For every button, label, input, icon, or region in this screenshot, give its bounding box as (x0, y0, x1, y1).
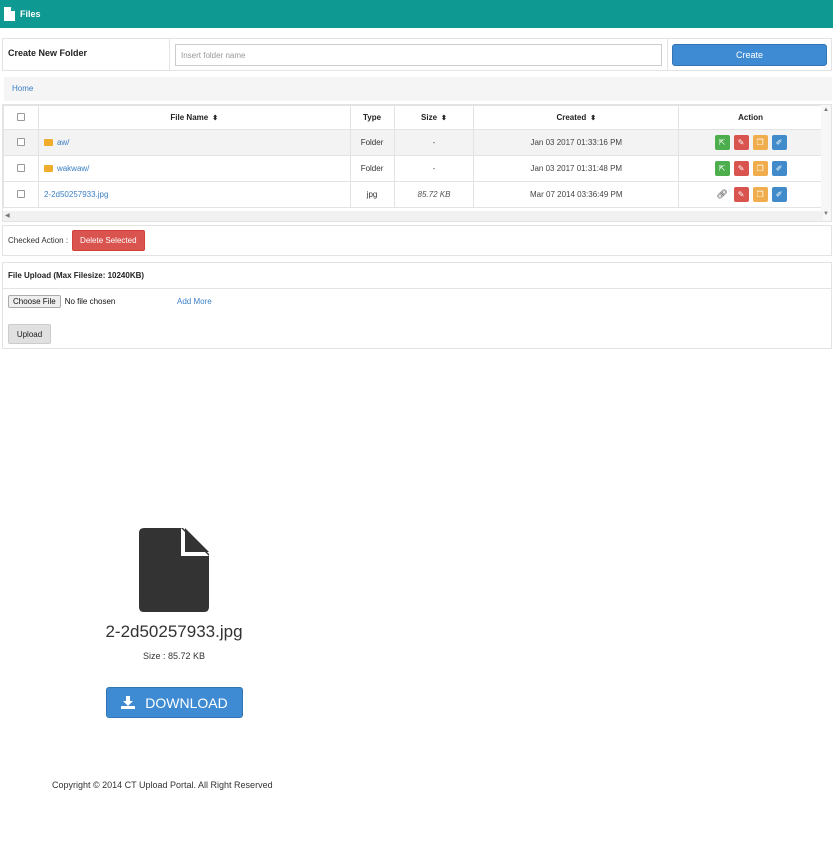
horizontal-scrollbar[interactable]: ◀ (3, 211, 823, 221)
cell-size: - (393, 155, 475, 182)
cell-created: Mar 07 2014 03:36:49 PM (473, 181, 680, 208)
create-folder-panel: Create New Folder Create (2, 38, 832, 71)
open-icon[interactable]: ⇱ (714, 135, 730, 150)
copy-icon[interactable]: ❐ (752, 187, 768, 202)
sort-icon: ⬍ (212, 115, 219, 122)
checked-action-bar: Checked Action : Delete Selected (2, 225, 832, 256)
create-button[interactable]: Create (672, 44, 827, 66)
folder-icon (43, 165, 53, 172)
file-table: File Name ⬍ Type Size ⬍ Created ⬍ Action aw… (2, 104, 832, 222)
table-header-row: File Name ⬍ Type Size ⬍ Created ⬍ Action (3, 105, 823, 130)
select-all-checkbox[interactable] (16, 112, 25, 121)
link-icon[interactable]: 🔗︎ (715, 189, 730, 200)
delete-selected-button[interactable]: Delete Selected (72, 230, 145, 251)
vertical-scrollbar[interactable]: ▲ ▼ (821, 105, 831, 221)
cell-size: - (393, 129, 475, 156)
add-more-link[interactable]: Add More (177, 297, 212, 306)
create-folder-label: Create New Folder (3, 39, 170, 70)
col-file-name[interactable]: File Name ⬍ (37, 105, 351, 130)
table-row: 2-2d50257933.jpg jpg 85.72 KB Mar 07 201… (3, 181, 823, 208)
scroll-down-icon[interactable]: ▼ (823, 211, 829, 217)
col-type: Type (349, 105, 395, 130)
table-row: aw/ Folder - Jan 03 2017 01:33:16 PM ⇱ ✎ ❐… (3, 129, 823, 156)
cell-actions: ⇱ ✎ ❐ ✐ (678, 155, 823, 182)
edit-icon[interactable]: ✐ (771, 135, 787, 150)
row-checkbox[interactable] (16, 163, 25, 172)
choose-file-button[interactable]: Choose File (8, 295, 61, 308)
scroll-left-icon[interactable]: ◀ (5, 212, 10, 219)
cell-size: 85.72 KB (393, 181, 475, 208)
cell-type: Folder (349, 155, 395, 182)
cell-type: jpg (349, 181, 395, 208)
col-created[interactable]: Created ⬍ (473, 105, 680, 130)
copy-icon[interactable]: ❐ (752, 135, 768, 150)
erase-icon[interactable]: ✎ (733, 161, 749, 176)
folder-name-input[interactable] (175, 44, 662, 66)
sort-icon: ⬍ (441, 115, 447, 122)
cell-actions: ⇱ ✎ ❐ ✐ (678, 129, 823, 156)
top-bar: Files (0, 0, 833, 28)
file-icon (139, 528, 209, 612)
cell-actions: 🔗︎ ✎ ❐ ✐ (678, 181, 823, 208)
download-button[interactable]: DOWNLOAD (106, 687, 243, 718)
row-checkbox[interactable] (16, 137, 25, 146)
sort-icon: ⬍ (590, 115, 597, 122)
upload-button[interactable]: Upload (8, 324, 51, 344)
erase-icon[interactable]: ✎ (733, 187, 749, 202)
file-name-link[interactable]: wakwaw/ (57, 164, 89, 173)
col-size[interactable]: Size ⬍ (393, 105, 475, 130)
table-row: wakwaw/ Folder - Jan 03 2017 01:31:48 PM… (3, 155, 823, 182)
no-file-text: No file chosen (64, 297, 116, 306)
edit-icon[interactable]: ✐ (771, 187, 787, 202)
preview-filename: 2-2d50257933.jpg (105, 622, 243, 641)
copy-icon[interactable]: ❐ (752, 161, 768, 176)
cell-created: Jan 03 2017 01:33:16 PM (473, 129, 680, 156)
file-name-link[interactable]: aw/ (57, 138, 69, 147)
erase-icon[interactable]: ✎ (733, 135, 749, 150)
col-action: Action (678, 105, 823, 130)
file-preview: 2-2d50257933.jpg Size : 85.72 KB DOWNLOA… (94, 528, 254, 718)
copyright-text: Copyright © 2014 CT Upload Portal. All R… (52, 780, 273, 790)
preview-size: Size : 85.72 KB (142, 651, 206, 661)
cell-created: Jan 03 2017 01:31:48 PM (473, 155, 680, 182)
breadcrumb-home[interactable]: Home (12, 84, 33, 93)
row-checkbox[interactable] (16, 189, 25, 198)
download-label: DOWNLOAD (145, 694, 228, 711)
breadcrumb: Home (4, 77, 832, 101)
page-title: Files (20, 9, 41, 19)
file-icon (4, 7, 15, 21)
file-name-link[interactable]: 2-2d50257933.jpg (44, 190, 109, 199)
download-icon (121, 696, 136, 709)
checked-action-label: Checked Action : (8, 236, 69, 245)
open-icon[interactable]: ⇱ (714, 161, 730, 176)
folder-icon (43, 139, 53, 146)
cell-type: Folder (349, 129, 395, 156)
file-upload-panel: File Upload (Max Filesize: 10240KB) Choo… (2, 262, 832, 349)
upload-title: File Upload (Max Filesize: 10240KB) (3, 263, 831, 289)
edit-icon[interactable]: ✐ (771, 161, 787, 176)
scroll-up-icon[interactable]: ▲ (823, 107, 829, 113)
